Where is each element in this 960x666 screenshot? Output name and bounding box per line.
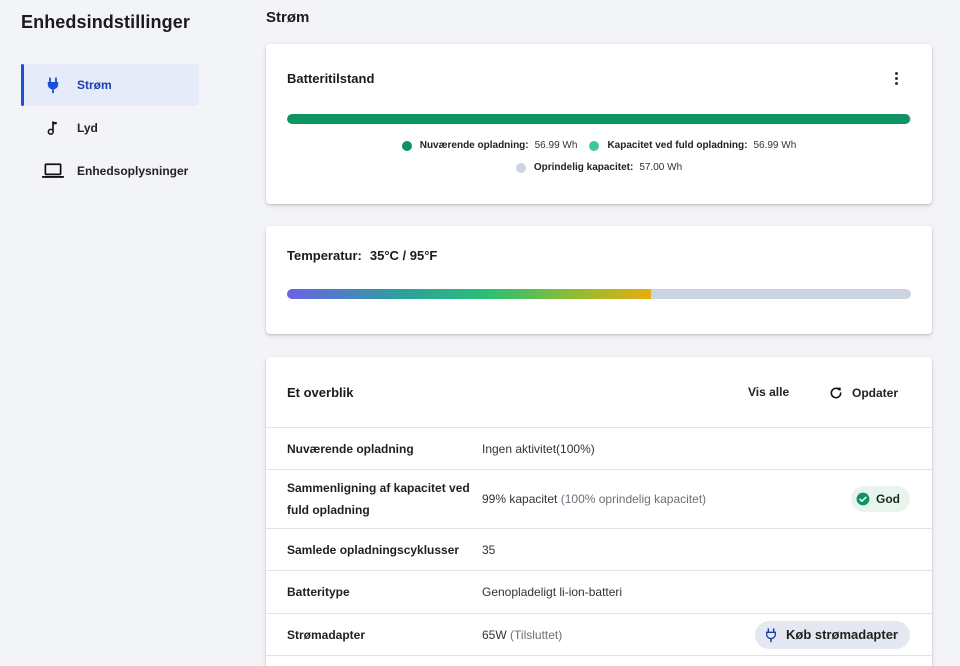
overview-table: Nuværende opladning Ingen aktivitet(100%… (266, 427, 932, 656)
legend-value: 56.99 Wh (534, 140, 578, 151)
table-row: Samlede opladningscyklusser 35 (266, 528, 932, 570)
row-value-text: 65W (482, 627, 507, 642)
refresh-label: Opdater (852, 386, 899, 400)
table-row: Nuværende opladning Ingen aktivitet(100%… (266, 427, 932, 469)
battery-capacity-bar (287, 114, 911, 124)
row-label: Strømadapter (287, 627, 366, 642)
status-badge-good: God (851, 486, 910, 512)
row-value-text: 35 (482, 542, 496, 557)
refresh-button[interactable]: Opdater (828, 385, 898, 401)
row-value-muted: (100% oprindelig kapacitet) (560, 492, 707, 506)
temperature-label: Temperatur: (287, 248, 362, 263)
temperature-title: Temperatur: 35°C / 95°F (287, 248, 437, 263)
legend-name: Oprindelig kapacitet: (533, 162, 634, 173)
temperature-card: Temperatur: 35°C / 95°F (266, 226, 932, 334)
row-value-text: Ingen aktivitet(100%) (482, 441, 595, 456)
temperature-value: 35°C / 95°F (369, 248, 438, 263)
legend-dot (515, 162, 526, 173)
row-value: 65W (Tilsluttet) (482, 628, 562, 642)
legend-item-full-capacity: Kapacitet ved fuld opladning: 56.99 Wh (589, 140, 796, 151)
row-value: Ingen aktivitet(100%) (482, 442, 595, 456)
row-value: 99% kapacitet (100% oprindelig kapacitet… (482, 492, 706, 506)
plug-icon (42, 74, 64, 96)
table-row: Batteritype Genopladeligt li-ion-batteri (266, 570, 932, 613)
legend-value: 57.00 Wh (639, 162, 683, 173)
row-value-text: Genopladeligt li-ion-batteri (482, 585, 623, 599)
laptop-icon (42, 160, 64, 182)
sidebar-item-sound[interactable]: Lyd (21, 107, 199, 149)
more-vert-icon-dot (894, 76, 898, 80)
check-circle-icon (856, 492, 870, 506)
row-value-text: 99% kapacitet (482, 492, 558, 506)
more-vert-icon-dot (894, 81, 898, 85)
app-window: Enhedsindstillinger Strøm Lyd Enhedsoply… (0, 0, 960, 666)
legend-dot (401, 140, 412, 151)
badge-label: God (876, 492, 900, 506)
battery-capacity-fill (287, 114, 911, 124)
sidebar-nav: Strøm Lyd Enhedsoplysninger (21, 64, 199, 193)
legend-dot (589, 140, 600, 151)
view-all-button[interactable]: Vis alle (748, 385, 789, 399)
sidebar-item-power[interactable]: Strøm (21, 64, 199, 106)
more-options-button[interactable] (888, 70, 904, 86)
temperature-bar (287, 289, 911, 299)
sidebar-item-label: Enhedsoplysninger (77, 164, 189, 178)
row-label: Nuværende opladning (287, 441, 414, 456)
battery-legend-row-2: Oprindelig kapacitet: 57.00 Wh (266, 162, 932, 173)
sidebar-title: Enhedsindstillinger (21, 12, 190, 32)
row-label: Batteritype (287, 585, 350, 599)
legend-item-original-capacity: Oprindelig kapacitet: 57.00 Wh (515, 162, 683, 173)
row-value-muted: (Tilsluttet) (510, 627, 563, 642)
legend-name: Kapacitet ved fuld opladning: (607, 140, 748, 151)
temperature-fill (287, 289, 651, 299)
table-row: Strømadapter 65W (Tilsluttet) Køb strøma… (266, 613, 932, 656)
row-label: Samlede opladningscyklusser (287, 542, 460, 557)
row-label: Sammenligning af kapacitet ved fuld opla… (287, 481, 470, 517)
battery-legend: Nuværende opladning: 56.99 Wh Kapacitet … (266, 140, 932, 151)
overview-card: Et overblik Vis alle Opdater Nuværende o… (266, 357, 932, 666)
buy-power-adapter-label: Køb strømadapter (786, 627, 898, 642)
sidebar-item-label: Lyd (77, 121, 98, 135)
more-vert-icon (894, 71, 898, 75)
sidebar-item-device-info[interactable]: Enhedsoplysninger (21, 150, 199, 192)
sidebar-item-label: Strøm (77, 78, 112, 92)
battery-card-title: Batteritilstand (287, 71, 375, 86)
overview-title: Et overblik (287, 385, 354, 400)
music-note-icon (42, 117, 64, 139)
row-value: Genopladeligt li-ion-batteri (482, 585, 622, 599)
legend-value: 56.99 Wh (753, 140, 797, 151)
table-row: Sammenligning af kapacitet ved fuld opla… (266, 469, 932, 528)
refresh-icon (828, 385, 844, 401)
plug-icon (763, 627, 779, 643)
row-value: 35 (482, 543, 495, 557)
battery-health-card: Batteritilstand Nuværende opladning: 56.… (266, 44, 932, 204)
sidebar: Enhedsindstillinger Strøm Lyd Enhedsoply… (0, 0, 240, 666)
legend-item-current-charge: Nuværende opladning: 56.99 Wh (401, 140, 578, 151)
page-title: Strøm (266, 9, 310, 26)
legend-name: Nuværende opladning: (419, 140, 529, 151)
buy-power-adapter-button[interactable]: Køb strømadapter (755, 620, 910, 649)
